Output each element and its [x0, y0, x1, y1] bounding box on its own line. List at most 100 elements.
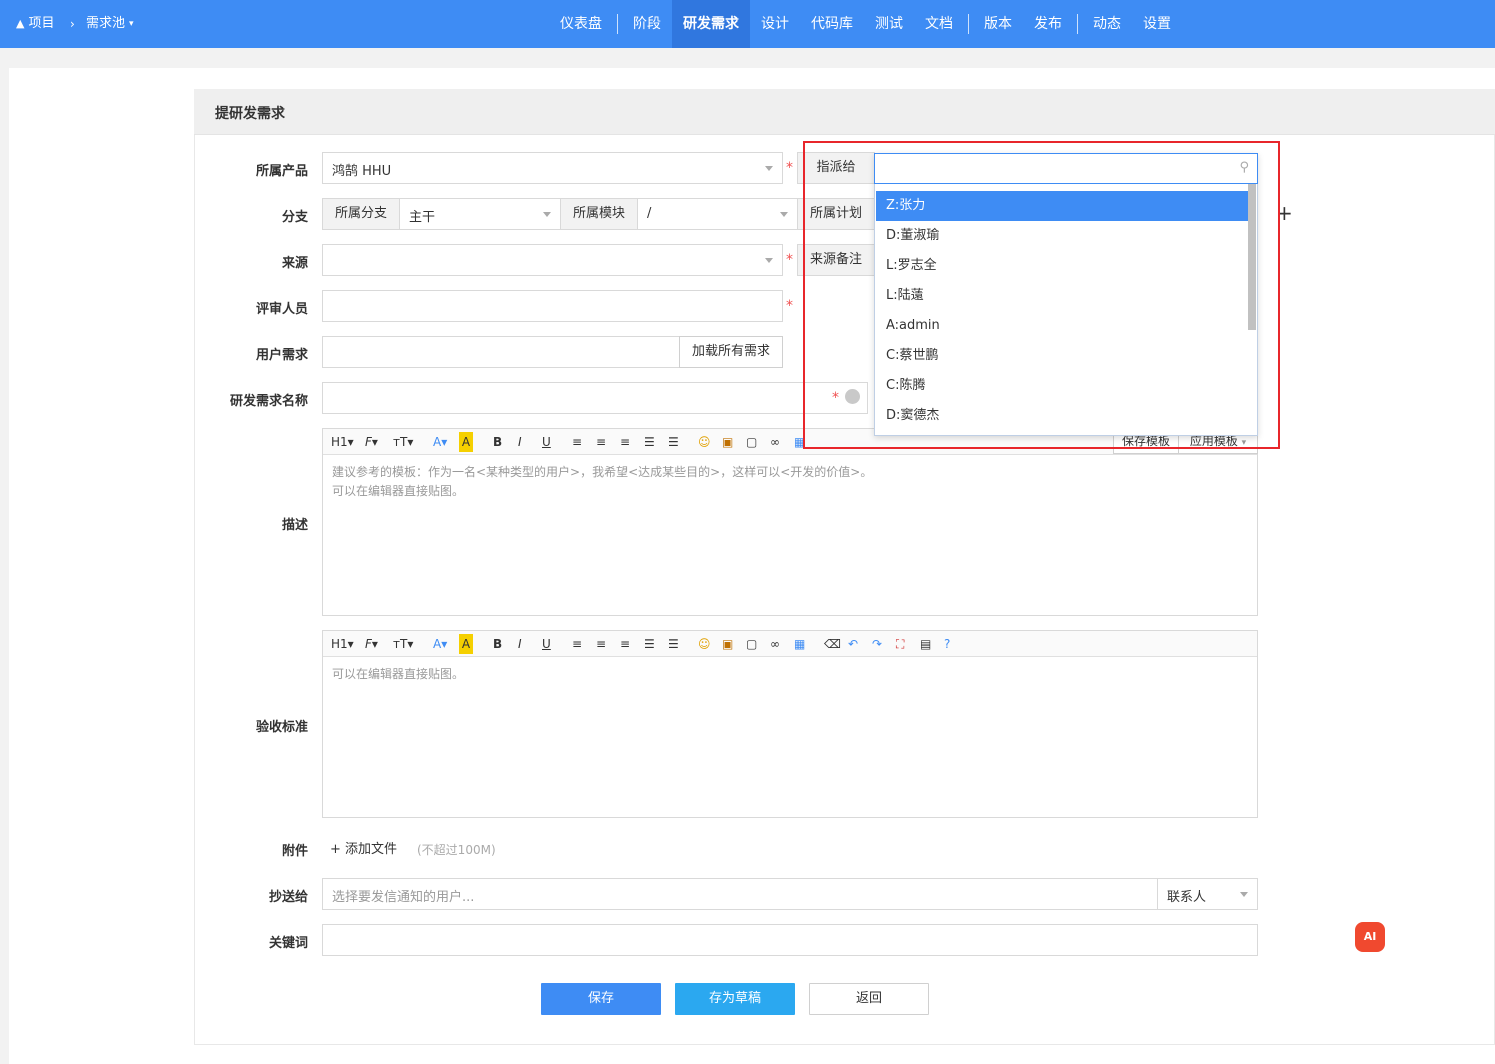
product-select[interactable]: 鸿鹄 HHU: [322, 152, 783, 184]
assignee-search-input[interactable]: ⚲: [874, 153, 1258, 184]
chevron-down-icon: [780, 212, 788, 217]
assignee-option[interactable]: D:窦德杰: [876, 401, 1248, 431]
source-note-addon: 来源备注: [797, 244, 875, 276]
plan-addon: 所属计划: [797, 198, 875, 230]
back-button[interactable]: 返回: [809, 983, 929, 1015]
font-color-icon[interactable]: A▾: [433, 634, 447, 654]
apply-template-label: 应用模板: [1189, 434, 1238, 448]
ordered-list-icon[interactable]: ☰: [644, 432, 655, 452]
font-size-icon[interactable]: тT▾: [393, 634, 413, 654]
contact-value: 联系人: [1167, 890, 1207, 905]
requirement-name-input[interactable]: [322, 382, 868, 414]
font-family-icon[interactable]: F▾: [365, 432, 378, 452]
redo-icon[interactable]: ↷: [872, 634, 882, 654]
underline-icon[interactable]: U: [542, 432, 551, 452]
table-icon[interactable]: ▦: [794, 634, 805, 654]
product-label: 所属产品: [255, 164, 308, 179]
reviewer-select[interactable]: [322, 290, 783, 322]
description-editor[interactable]: H1▾ F▾ тT▾ A▾ A B I U ≡ ≡ ≡ ☰ ☰ ☺ ▣ ▢ ∞ …: [322, 428, 1258, 616]
palette-icon[interactable]: [845, 389, 860, 404]
branch-select[interactable]: 主干: [399, 198, 561, 230]
add-file-label: 添加文件: [345, 842, 398, 857]
assignee-option[interactable]: L:罗志全: [876, 251, 1248, 281]
chevron-down-icon: [543, 212, 551, 217]
breadcrumb-pool[interactable]: 需求池 ▾: [86, 0, 134, 48]
breadcrumb-project[interactable]: ▲ 项目: [16, 0, 54, 48]
heading-icon[interactable]: H1▾: [331, 634, 354, 654]
table-icon[interactable]: ▦: [794, 432, 805, 452]
save-button[interactable]: 保存: [541, 983, 661, 1015]
nav-repo[interactable]: 代码库: [800, 0, 864, 48]
nav-design[interactable]: 设计: [750, 0, 800, 48]
fullscreen-icon[interactable]: ⛶: [896, 634, 904, 654]
align-left-icon[interactable]: ≡: [572, 634, 582, 654]
assignee-option[interactable]: L:陆薳: [876, 281, 1248, 311]
heading-icon[interactable]: H1▾: [331, 432, 354, 452]
plus-icon[interactable]: +: [1276, 202, 1293, 224]
nav-stage[interactable]: 阶段: [622, 0, 672, 48]
acceptance-editor[interactable]: H1▾ F▾ тT▾ A▾ A B I U ≡ ≡ ≡ ☰ ☰ ☺ ▣ ▢ ∞ …: [322, 630, 1258, 818]
project-icon: ▲: [16, 17, 25, 30]
contact-select[interactable]: 联系人: [1157, 878, 1258, 910]
align-left-icon[interactable]: ≡: [572, 432, 582, 452]
font-color-icon[interactable]: A▾: [433, 432, 447, 452]
assignee-option[interactable]: A:admin: [876, 311, 1248, 341]
link-icon[interactable]: ∞: [770, 432, 780, 452]
chevron-down-icon: ▾: [1241, 438, 1247, 448]
italic-icon[interactable]: I: [518, 432, 522, 452]
font-family-icon[interactable]: F▾: [365, 634, 378, 654]
module-addon: 所属模块: [560, 198, 638, 230]
nav-doc[interactable]: 文档: [914, 0, 964, 48]
keyword-input[interactable]: [322, 924, 1258, 956]
link-icon[interactable]: ∞: [770, 634, 780, 654]
ordered-list-icon[interactable]: ☰: [644, 634, 655, 654]
ai-assistant-icon[interactable]: AI: [1355, 922, 1385, 952]
nav-version[interactable]: 版本: [973, 0, 1023, 48]
code-icon[interactable]: ▢: [746, 432, 757, 452]
eraser-icon[interactable]: ⌫: [824, 634, 841, 654]
paste-icon[interactable]: ▤: [920, 634, 931, 654]
font-size-icon[interactable]: тT▾: [393, 432, 413, 452]
nav-test[interactable]: 测试: [864, 0, 914, 48]
save-draft-button[interactable]: 存为草稿: [675, 983, 795, 1015]
source-select[interactable]: [322, 244, 783, 276]
nav-dashboard[interactable]: 仪表盘: [549, 0, 613, 48]
image-icon[interactable]: ▣: [722, 634, 733, 654]
cc-select[interactable]: 选择要发信通知的用户...: [322, 878, 1158, 910]
emoji-icon[interactable]: ☺: [698, 432, 711, 452]
module-select[interactable]: /: [637, 198, 798, 230]
dropdown-scrollbar[interactable]: [1248, 184, 1256, 330]
form-title: 提研发需求: [215, 106, 285, 122]
load-all-requirements-button[interactable]: 加载所有需求: [679, 336, 783, 368]
highlight-icon[interactable]: A: [459, 634, 473, 654]
align-right-icon[interactable]: ≡: [620, 432, 630, 452]
required-mark: *: [786, 160, 793, 176]
highlight-icon[interactable]: A: [459, 432, 473, 452]
assignee-option[interactable]: C:陈腾: [876, 371, 1248, 401]
help-icon[interactable]: ?: [944, 634, 950, 654]
assignee-option[interactable]: C:蔡世鹏: [876, 341, 1248, 371]
bold-icon[interactable]: B: [493, 634, 502, 654]
add-file-button[interactable]: + 添加文件: [330, 838, 397, 857]
bold-icon[interactable]: B: [493, 432, 502, 452]
italic-icon[interactable]: I: [518, 634, 522, 654]
cc-placeholder: 选择要发信通知的用户...: [332, 890, 475, 905]
keyword-label: 关键词: [268, 936, 308, 951]
emoji-icon[interactable]: ☺: [698, 634, 711, 654]
align-center-icon[interactable]: ≡: [596, 432, 606, 452]
image-icon[interactable]: ▣: [722, 432, 733, 452]
nav-dev-requirement[interactable]: 研发需求: [672, 0, 750, 48]
bullet-list-icon[interactable]: ☰: [668, 634, 679, 654]
assignee-option[interactable]: Z:张力: [876, 191, 1248, 221]
code-icon[interactable]: ▢: [746, 634, 757, 654]
assignee-option[interactable]: D:董淑瑜: [876, 221, 1248, 251]
underline-icon[interactable]: U: [542, 634, 551, 654]
undo-icon[interactable]: ↶: [848, 634, 858, 654]
nav-settings[interactable]: 设置: [1132, 0, 1182, 48]
align-center-icon[interactable]: ≡: [596, 634, 606, 654]
nav-release[interactable]: 发布: [1023, 0, 1073, 48]
align-right-icon[interactable]: ≡: [620, 634, 630, 654]
user-req-select[interactable]: [322, 336, 680, 368]
bullet-list-icon[interactable]: ☰: [668, 432, 679, 452]
nav-activity[interactable]: 动态: [1082, 0, 1132, 48]
